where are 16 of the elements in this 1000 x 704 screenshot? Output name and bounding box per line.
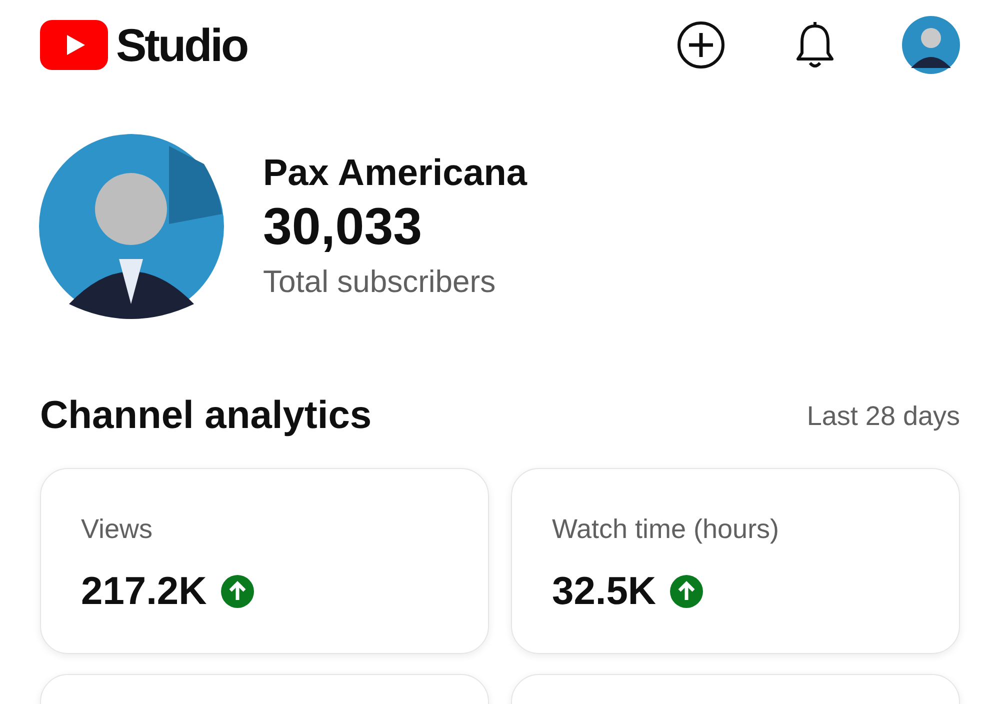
account-avatar[interactable]	[902, 16, 960, 74]
play-logo-icon	[40, 20, 108, 70]
period-label: Last 28 days	[806, 400, 960, 433]
subscriber-count: 30,033	[263, 196, 424, 258]
channel-name: Pax Americana	[263, 150, 527, 194]
notifications-icon[interactable]	[794, 20, 836, 70]
subscribers-label: Total subscribers	[263, 262, 497, 300]
section-title: Channel analytics	[40, 393, 372, 439]
metric-label: Views	[81, 512, 153, 546]
metric-value: 32.5K	[552, 568, 656, 614]
metric-label: Watch time (hours)	[552, 512, 780, 546]
metric-card[interactable]: Watch time (hours) 32.5K	[511, 468, 960, 654]
metric-value: 217.2K	[81, 568, 207, 614]
create-icon[interactable]	[676, 20, 726, 70]
metric-card[interactable]: Views 217.2K	[40, 468, 489, 654]
logo-text: Studio	[116, 22, 248, 68]
